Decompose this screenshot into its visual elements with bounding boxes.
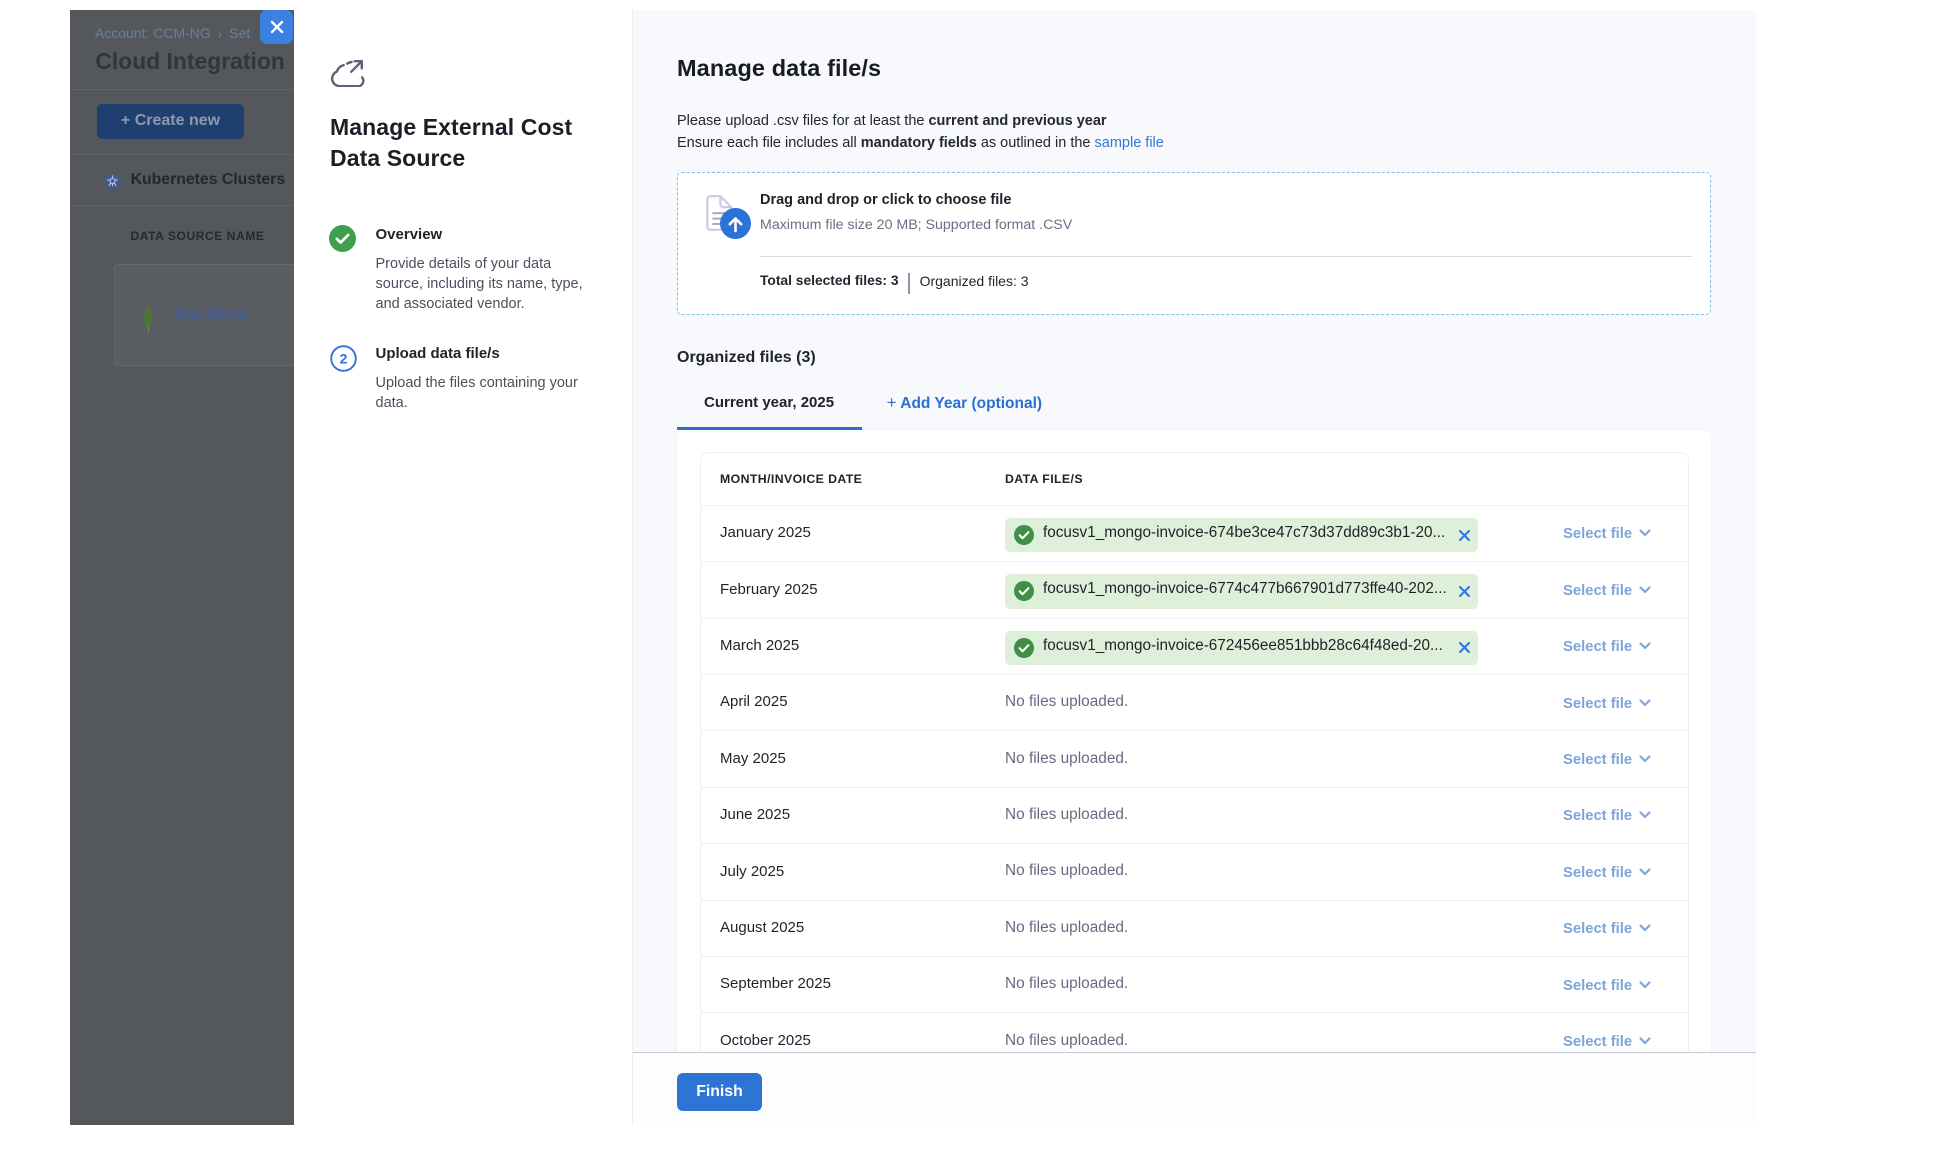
svg-text:2: 2 <box>340 350 348 366</box>
